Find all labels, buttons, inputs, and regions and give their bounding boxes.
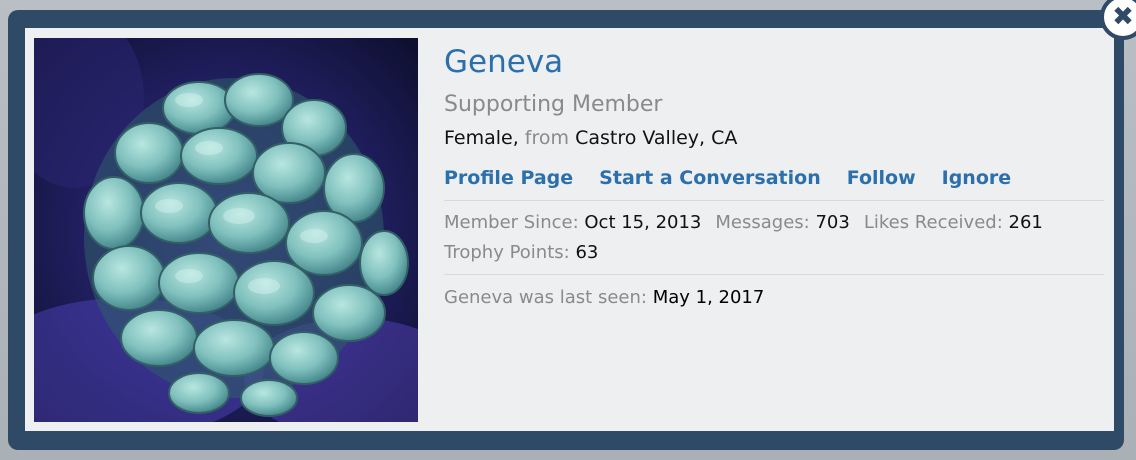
user-title: Supporting Member — [444, 92, 663, 117]
stat-value: 261 — [1008, 212, 1043, 233]
last-seen-label: Geneva was last seen: — [444, 287, 647, 308]
stat-value: 703 — [815, 212, 850, 233]
last-seen-value: May 1, 2017 — [652, 287, 765, 308]
stat-messages[interactable]: Messages: 703 — [715, 212, 849, 233]
stat-label: Likes Received: — [863, 212, 1003, 233]
stat-label: Member Since: — [444, 212, 579, 233]
start-conversation-link[interactable]: Start a Conversation — [599, 164, 821, 192]
stat-value: Oct 15, 2013 — [584, 212, 702, 233]
member-actions: Profile Page Start a Conversation Follow… — [444, 164, 1037, 192]
divider — [444, 274, 1104, 275]
profile-page-link[interactable]: Profile Page — [444, 164, 573, 192]
member-stats: Member Since: Oct 15, 2013 Messages: 703 L… — [444, 208, 1104, 268]
coral-avatar-icon — [34, 38, 418, 422]
stat-value: 63 — [575, 242, 599, 263]
stat-member-since: Member Since: Oct 15, 2013 — [444, 212, 701, 233]
ignore-link[interactable]: Ignore — [942, 164, 1012, 192]
stat-label: Messages: — [715, 212, 810, 233]
divider — [444, 200, 1104, 201]
location-link[interactable]: Castro Valley, CA — [575, 127, 737, 149]
avatar[interactable] — [34, 38, 418, 422]
stat-likes: Likes Received: 261 — [864, 212, 1043, 233]
close-icon: ✖ — [1112, 2, 1134, 32]
user-blurb: Female, from Castro Valley, CA — [444, 124, 737, 152]
gender-text: Female, — [444, 127, 519, 149]
last-seen: Geneva was last seen: May 1, 2017 — [444, 283, 764, 313]
stat-trophy-points[interactable]: Trophy Points: 63 — [444, 242, 598, 263]
stat-label: Trophy Points: — [444, 242, 570, 263]
from-label: from — [524, 127, 570, 149]
username-link[interactable]: Geneva — [444, 42, 563, 82]
follow-link[interactable]: Follow — [847, 164, 916, 192]
